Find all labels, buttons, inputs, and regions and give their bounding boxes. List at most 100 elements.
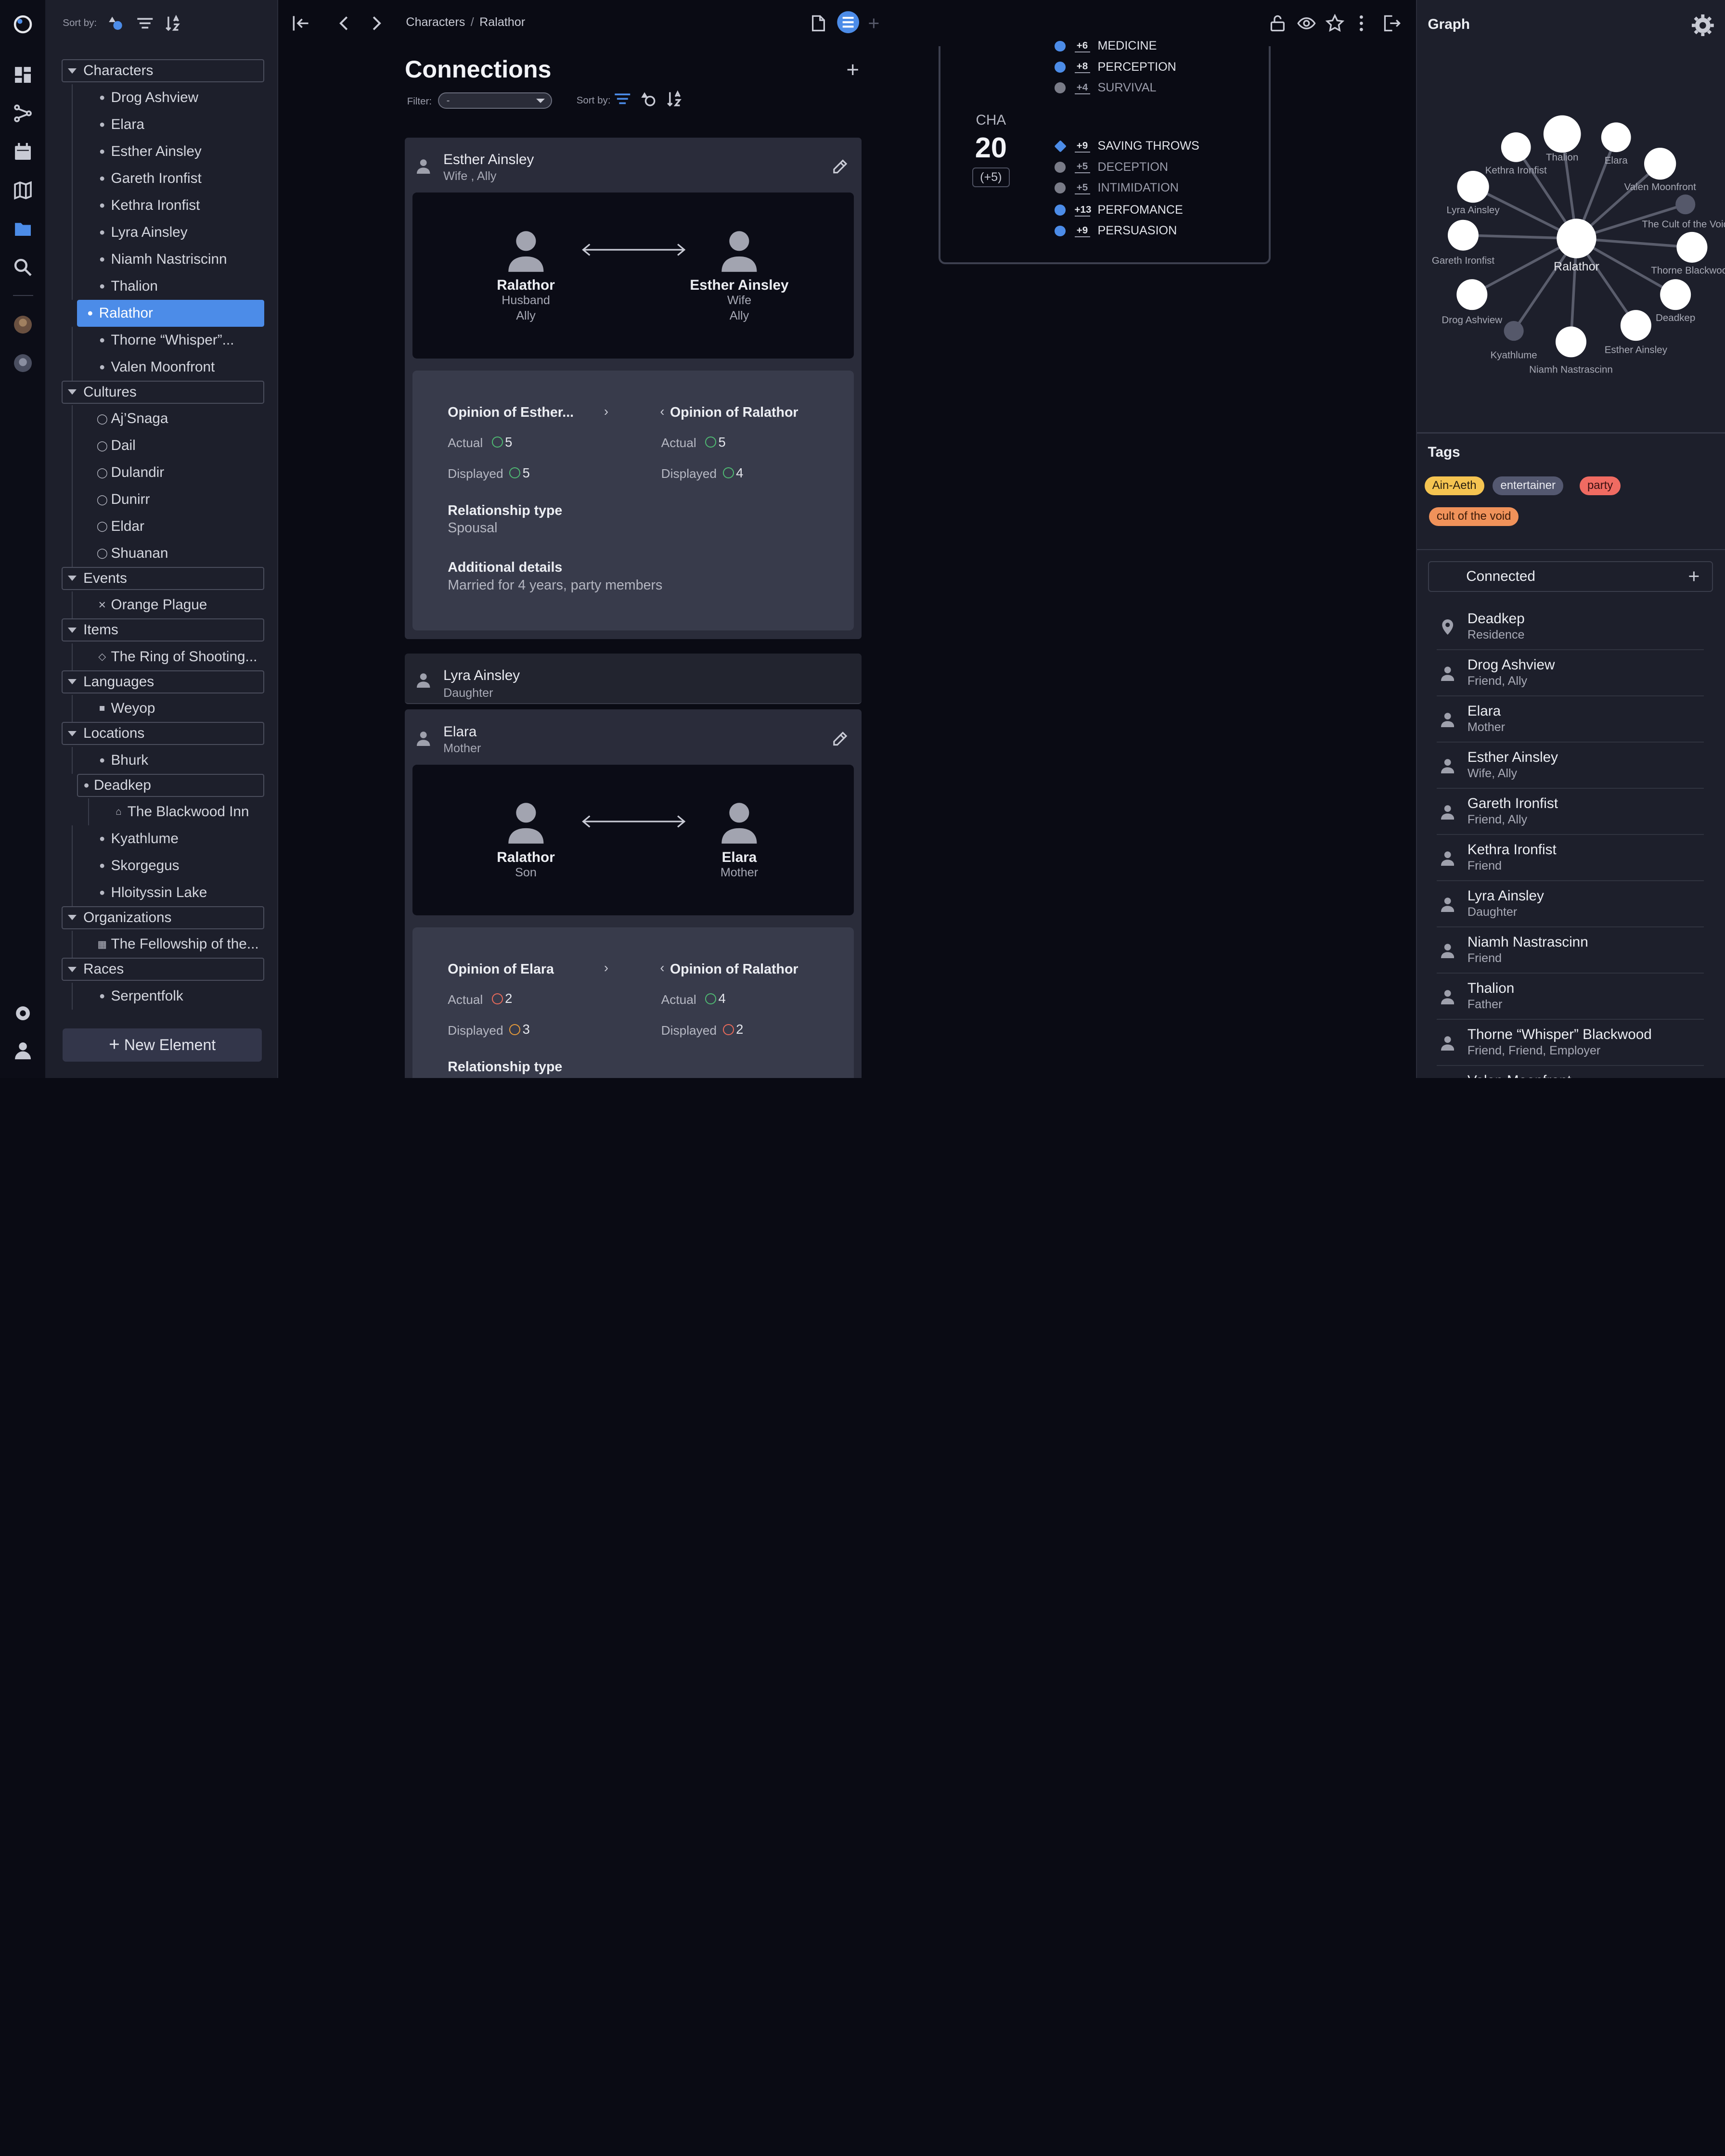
category-items[interactable]: Items xyxy=(61,618,264,642)
graph-node[interactable] xyxy=(1675,194,1695,215)
app-logo-icon[interactable] xyxy=(12,13,34,35)
star-icon[interactable] xyxy=(1326,12,1345,34)
tree-item-location[interactable]: ⌂ The Blackwood Inn xyxy=(88,798,264,825)
connected-item[interactable]: Deadkep Residence xyxy=(1436,604,1704,650)
relationship-graph[interactable]: Thalion Elara Kethra Ironfist Valen Moonfro… xyxy=(1417,44,1725,431)
list-view-icon[interactable] xyxy=(836,11,860,33)
dashboard-icon[interactable] xyxy=(12,64,34,86)
more-menu-icon[interactable] xyxy=(1352,12,1371,34)
connected-item[interactable]: Kethra Ironfist Friend xyxy=(1436,835,1704,881)
tree-item-location[interactable]: ● Skorgegus xyxy=(71,852,264,879)
category-locations[interactable]: Locations xyxy=(61,722,264,745)
graph-node[interactable] xyxy=(1660,279,1691,310)
tree-item-culture[interactable]: ◯ Aj’Snaga xyxy=(71,405,264,433)
folder-icon[interactable] xyxy=(12,218,34,240)
add-connection-button[interactable]: + xyxy=(846,57,859,82)
chevron-left-icon[interactable]: ‹ xyxy=(660,960,664,975)
settings-icon[interactable] xyxy=(12,1002,34,1024)
tag-badge[interactable]: party xyxy=(1579,476,1621,495)
tree-item-event[interactable]: ✕ Orange Plague xyxy=(71,591,264,619)
graph-node[interactable] xyxy=(1457,171,1489,203)
connected-item[interactable]: Niamh Nastrascinn Friend xyxy=(1436,927,1704,974)
graph-node[interactable] xyxy=(1601,122,1631,153)
sort-alpha-icon[interactable] xyxy=(667,90,684,108)
lock-icon[interactable] xyxy=(1268,12,1287,34)
tree-item-character[interactable]: ● Elara xyxy=(71,111,264,138)
category-languages[interactable]: Languages xyxy=(61,670,264,693)
tree-item-culture[interactable]: ◯ Dunirr xyxy=(71,486,264,513)
tree-item-character-selected[interactable]: ● Ralathor xyxy=(77,299,264,327)
category-organizations[interactable]: Organizations xyxy=(61,906,264,929)
document-view-icon[interactable] xyxy=(809,12,827,34)
chevron-left-icon[interactable]: ‹ xyxy=(660,404,664,419)
pencil-icon[interactable] xyxy=(831,158,849,176)
forward-arrow-icon[interactable] xyxy=(366,12,385,34)
tree-item-culture[interactable]: ◯ Eldar xyxy=(71,513,264,540)
tree-item-item[interactable]: ◇ The Ring of Shooting... xyxy=(71,643,264,670)
graph-node[interactable] xyxy=(1543,115,1581,153)
eye-icon[interactable] xyxy=(1297,12,1316,34)
tree-item-location[interactable]: ● Bhurk xyxy=(71,746,264,774)
back-arrow-icon[interactable] xyxy=(335,12,354,34)
tag-badge[interactable]: Ain-Aeth xyxy=(1424,476,1484,495)
tree-item-language[interactable]: ■ Weyop xyxy=(71,695,264,722)
tree-item-culture[interactable]: ◯ Dulandir xyxy=(71,459,264,487)
collapse-sidebar-icon[interactable] xyxy=(292,12,310,34)
graph-node[interactable] xyxy=(1456,279,1487,310)
tree-item-race[interactable]: ● Serpentfolk xyxy=(71,982,264,1010)
graph-node[interactable] xyxy=(1501,132,1531,163)
connected-item[interactable]: Lyra Ainsley Daughter xyxy=(1436,881,1704,927)
connection-card-header[interactable]: Esther Ainsley Wife , Ally xyxy=(405,138,862,192)
calendar-icon[interactable] xyxy=(12,141,34,163)
graph-center-node[interactable] xyxy=(1556,218,1596,259)
connected-item[interactable]: Thorne “Whisper” Blackwood Friend, Friend… xyxy=(1436,1020,1704,1066)
connected-item[interactable]: Valen Moonfront xyxy=(1437,1066,1704,1078)
tree-item-culture[interactable]: ◯ Shuanan xyxy=(71,539,264,567)
user-account-icon[interactable] xyxy=(12,1040,34,1062)
map-icon[interactable] xyxy=(12,180,34,202)
connection-card-header[interactable]: Elara Mother xyxy=(405,709,862,764)
search-icon[interactable] xyxy=(12,257,34,279)
graph-node[interactable] xyxy=(1620,310,1651,341)
tree-item-character[interactable]: ● Niamh Nastriscinn xyxy=(71,245,264,273)
connection-card-collapsed[interactable]: Lyra Ainsley Daughter xyxy=(405,653,862,704)
pencil-icon[interactable] xyxy=(831,731,849,748)
sort-type-icon[interactable] xyxy=(640,90,658,108)
tree-item-character[interactable]: ● Thorne “Whisper”... xyxy=(71,326,264,354)
tree-item-location[interactable]: ● Kyathlume xyxy=(71,825,264,852)
tag-badge[interactable]: entertainer xyxy=(1493,476,1564,495)
graph-node[interactable] xyxy=(1644,148,1676,180)
tag-badge[interactable]: cult of the void xyxy=(1429,507,1519,526)
graph-node[interactable] xyxy=(1555,326,1586,358)
world-avatar-1[interactable] xyxy=(12,313,34,335)
sort-type-icon[interactable] xyxy=(108,14,126,32)
tree-item-character[interactable]: ● Gareth Ironfist xyxy=(71,165,264,192)
tree-item-character[interactable]: ● Lyra Ainsley xyxy=(71,218,264,246)
gear-icon[interactable] xyxy=(1692,14,1714,37)
tree-item-character[interactable]: ● Valen Moonfront xyxy=(71,353,264,381)
tree-item-character[interactable]: ● Thalion xyxy=(71,272,264,300)
exit-icon[interactable] xyxy=(1382,12,1401,34)
add-tab-icon[interactable]: + xyxy=(868,12,879,34)
tree-item-character[interactable]: ● Drog Ashview xyxy=(71,84,264,111)
category-characters[interactable]: Characters xyxy=(61,59,264,83)
connected-item[interactable]: Thalion Father xyxy=(1436,974,1704,1020)
category-cultures[interactable]: Cultures xyxy=(61,380,264,404)
filter-select[interactable]: - xyxy=(438,92,553,109)
tree-item-location[interactable]: ● Hloityssin Lake xyxy=(71,879,264,906)
graph-node[interactable] xyxy=(1447,220,1479,251)
chevron-right-icon[interactable]: › xyxy=(604,960,608,975)
tree-item-character[interactable]: ● Kethra Ironfist xyxy=(71,192,264,219)
category-events[interactable]: Events xyxy=(61,566,264,590)
new-element-button[interactable]: + New Element xyxy=(63,1028,262,1062)
graph-node[interactable] xyxy=(1504,321,1524,341)
tree-item-character[interactable]: ● Esther Ainsley xyxy=(71,138,264,165)
tree-item-culture[interactable]: ◯ Dail xyxy=(71,432,264,460)
chevron-right-icon[interactable]: › xyxy=(604,404,608,419)
world-avatar-2[interactable] xyxy=(12,352,34,374)
graph-nav-icon[interactable] xyxy=(12,103,34,125)
connected-item[interactable]: Drog Ashview Friend, Ally xyxy=(1436,650,1704,696)
filter-icon[interactable] xyxy=(614,90,631,108)
tree-item-organization[interactable]: ▦ The Fellowship of the... xyxy=(71,931,264,958)
tree-folder-deadkep[interactable]: ● Deadkep xyxy=(77,773,264,797)
